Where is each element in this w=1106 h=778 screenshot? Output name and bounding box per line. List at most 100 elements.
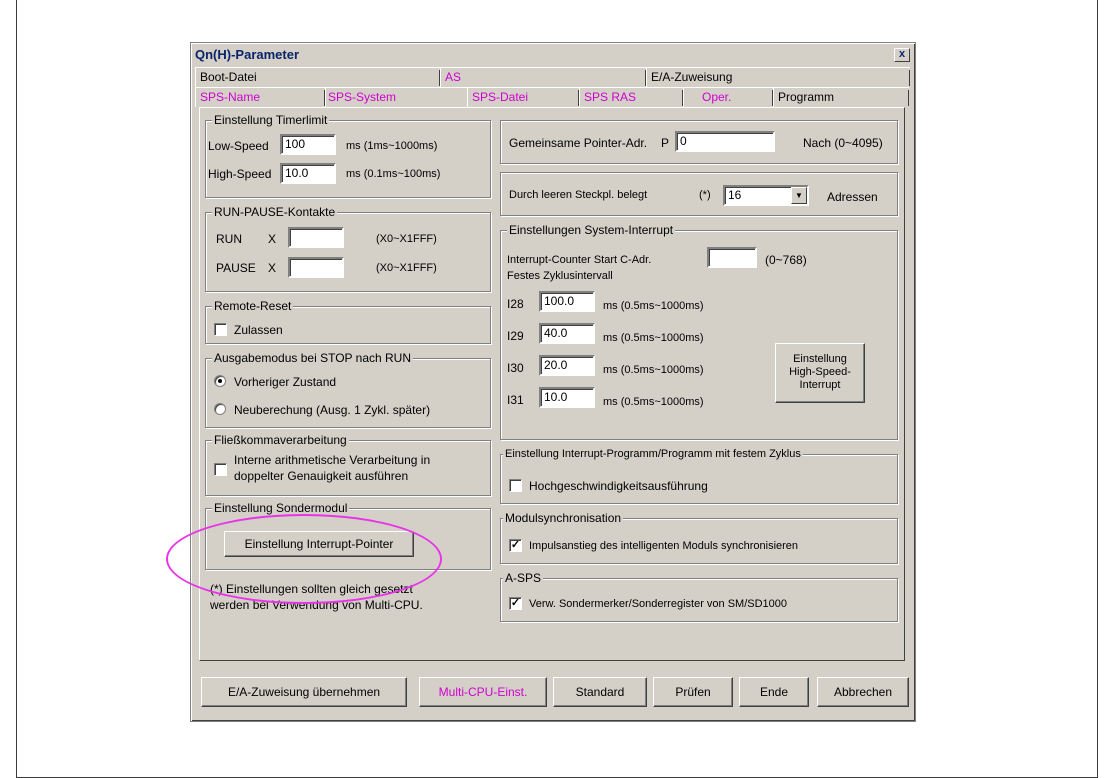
low-speed-unit: ms (1ms~1000ms)	[346, 140, 438, 152]
pointer-p-label: P	[661, 136, 670, 150]
double-precision-checkbox[interactable]	[214, 463, 227, 476]
parameter-dialog: Qn(H)-Parameter x Boot-Datei AS E/A-Zuwe…	[190, 42, 916, 722]
module-sync-group: Modulsynchronisation ✓ Impulsanstieg des…	[500, 511, 898, 564]
i28-label: I28	[507, 297, 524, 311]
empty-slot-value: 16	[728, 188, 742, 202]
allow-remote-checkbox[interactable]	[214, 323, 227, 336]
ea-zuweisung-button[interactable]: E/A-Zuweisung übernehmen	[201, 677, 407, 707]
cancel-button[interactable]: Abbrechen	[817, 677, 909, 707]
double-precision-line1: Interne arithmetische Verarbeitung in	[234, 453, 431, 467]
multi-cpu-button[interactable]: Multi-CPU-Einst.	[419, 677, 547, 707]
empty-slot-star: (*)	[699, 189, 711, 201]
run-x-label: X	[268, 232, 277, 246]
tab-row-1: Boot-Datei AS E/A-Zuweisung	[195, 67, 910, 87]
output-mode-group: Ausgabemodus bei STOP nach RUN Vorherige…	[205, 351, 491, 428]
chevron-down-icon[interactable]: ▼	[791, 187, 807, 204]
i30-input[interactable]: 20.0	[539, 355, 595, 376]
standard-button[interactable]: Standard	[553, 677, 647, 707]
remote-reset-title: Remote-Reset	[212, 299, 294, 313]
float-title: Fließkommaverarbeitung	[212, 433, 349, 447]
output-mode-title: Ausgabemodus bei STOP nach RUN	[212, 351, 413, 365]
run-input[interactable]	[288, 227, 344, 248]
tab-sps-system[interactable]: SPS-System	[325, 87, 467, 107]
remote-reset-group: Remote-Reset Zulassen	[205, 299, 491, 344]
tab-boot-datei[interactable]: Boot-Datei	[195, 67, 440, 87]
i31-input[interactable]: 10.0	[539, 387, 595, 408]
run-range: (X0~X1FFF)	[376, 233, 437, 245]
tab-as[interactable]: AS	[440, 67, 646, 87]
fixed-interval-label: Festes Zyklusintervall	[507, 270, 613, 282]
hs-button-line1: Einstellung	[793, 353, 847, 365]
i31-unit: ms (0.5ms~1000ms)	[603, 396, 704, 408]
double-precision-line2: doppelter Genauigkeit ausführen	[234, 469, 409, 483]
module-sync-label: Impulsanstieg des intelligenten Moduls s…	[529, 540, 799, 552]
tab-sps-name[interactable]: SPS-Name	[195, 87, 325, 107]
high-speed-interrupt-button[interactable]: Einstellung High-Speed- Interrupt	[775, 343, 865, 403]
radio-previous-state[interactable]	[214, 375, 226, 387]
recalculation-label: Neuberechung (Ausg. 1 Zykl. später)	[234, 403, 431, 417]
previous-state-label: Vorheriger Zustand	[234, 375, 337, 389]
empty-slot-group: Durch leeren Steckpl. belegt (*) 16 ▼ Ad…	[500, 172, 898, 216]
system-interrupt-group: Einstellungen System-Interrupt Interrupt…	[500, 223, 898, 440]
pointer-group: Gemeinsame Pointer-Adr. P 0 Nach (0~4095…	[500, 120, 898, 164]
end-button[interactable]: Ende	[739, 677, 809, 707]
empty-slot-label: Durch leeren Steckpl. belegt	[509, 189, 648, 201]
timer-title: Einstellung Timerlimit	[212, 113, 330, 127]
pointer-label: Gemeinsame Pointer-Adr.	[509, 136, 648, 150]
high-speed-label: High-Speed	[208, 167, 272, 181]
tab-programm[interactable]: Programm	[773, 87, 909, 107]
module-sync-title: Modulsynchronisation	[503, 511, 624, 525]
a-sps-label: Verw. Sondermerker/Sonderregister von SM…	[529, 598, 788, 610]
hs-button-line2: High-Speed-	[789, 366, 851, 378]
run-label: RUN	[216, 232, 242, 246]
allow-remote-label: Zulassen	[234, 323, 283, 337]
pause-range: (X0~X1FFF)	[376, 262, 437, 274]
hs-button-line3: Interrupt	[799, 379, 841, 391]
pause-input[interactable]	[288, 257, 344, 278]
annotation-ellipse	[166, 514, 442, 604]
i29-label: I29	[507, 329, 524, 343]
pointer-input[interactable]: 0	[675, 131, 775, 152]
i28-unit: ms (0.5ms~1000ms)	[603, 300, 704, 312]
high-speed-input[interactable]: 10.0	[280, 163, 336, 184]
low-speed-input[interactable]: 100	[280, 134, 336, 155]
a-sps-title: A-SPS	[503, 571, 544, 585]
i30-label: I30	[507, 361, 524, 375]
interrupt-program-group: Einstellung Interrupt-Programm/Programm …	[500, 447, 898, 504]
low-speed-label: Low-Speed	[208, 139, 269, 153]
tab-row-2: SPS-Name SPS-System SPS-Datei SPS RAS Op…	[195, 87, 909, 107]
counter-range: (0~768)	[765, 253, 807, 267]
empty-slot-suffix: Adressen	[827, 190, 878, 204]
high-speed-exec-label: Hochgeschwindigkeitsausführung	[529, 479, 708, 493]
radio-recalculation[interactable]	[214, 403, 226, 415]
float-group: Fließkommaverarbeitung Interne arithmeti…	[205, 433, 491, 496]
timer-group: Einstellung Timerlimit Low-Speed 100 ms …	[205, 113, 491, 198]
i29-unit: ms (0.5ms~1000ms)	[603, 332, 704, 344]
dialog-title-text: Qn(H)-Parameter	[195, 47, 300, 62]
run-pause-group: RUN-PAUSE-Kontakte RUN X (X0~X1FFF) PAUS…	[205, 205, 491, 292]
tab-sps-ras[interactable]: SPS RAS	[579, 87, 683, 107]
run-pause-title: RUN-PAUSE-Kontakte	[212, 205, 338, 219]
i29-input[interactable]: 40.0	[539, 323, 595, 344]
special-module-title: Einstellung Sondermodul	[212, 501, 350, 515]
close-icon[interactable]: x	[894, 48, 910, 62]
counter-label: Interrupt-Counter Start C-Adr.	[507, 254, 652, 266]
tab-ea-zuweisung[interactable]: E/A-Zuweisung	[646, 67, 910, 87]
high-speed-unit: ms (0.1ms~100ms)	[346, 168, 441, 180]
dialog-title: Qn(H)-Parameter x	[194, 46, 912, 64]
pause-x-label: X	[268, 261, 277, 275]
tab-oper[interactable]: Oper.	[683, 87, 773, 107]
tab-sps-datei[interactable]: SPS-Datei	[467, 87, 579, 107]
empty-slot-select[interactable]: 16 ▼	[723, 185, 809, 206]
i31-label: I31	[507, 393, 524, 407]
counter-input[interactable]	[707, 247, 757, 268]
check-button[interactable]: Prüfen	[653, 677, 733, 707]
pointer-suffix: Nach (0~4095)	[803, 136, 883, 150]
a-sps-checkbox[interactable]: ✓	[509, 597, 522, 610]
i28-input[interactable]: 100.0	[539, 291, 595, 312]
interrupt-program-title: Einstellung Interrupt-Programm/Programm …	[503, 447, 803, 461]
high-speed-exec-checkbox[interactable]	[509, 479, 522, 492]
module-sync-checkbox[interactable]: ✓	[509, 539, 522, 552]
i30-unit: ms (0.5ms~1000ms)	[603, 364, 704, 376]
pause-label: PAUSE	[216, 261, 256, 275]
